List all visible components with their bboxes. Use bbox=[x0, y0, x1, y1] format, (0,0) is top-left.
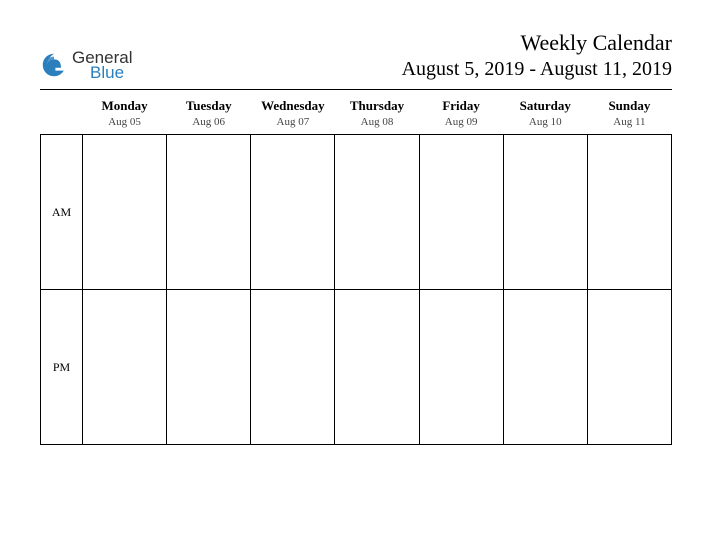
cell-am-thu[interactable] bbox=[335, 135, 419, 290]
day-name-row: Monday Tuesday Wednesday Thursday Friday… bbox=[41, 90, 672, 116]
day-date: Aug 11 bbox=[587, 116, 671, 135]
cell-am-sun[interactable] bbox=[587, 135, 671, 290]
day-header: Monday bbox=[83, 90, 167, 116]
cell-pm-fri[interactable] bbox=[419, 290, 503, 445]
cell-am-wed[interactable] bbox=[251, 135, 335, 290]
calendar-container: Monday Tuesday Wednesday Thursday Friday… bbox=[40, 89, 672, 445]
period-label-pm: PM bbox=[41, 290, 83, 445]
day-date: Aug 10 bbox=[503, 116, 587, 135]
period-label-am: AM bbox=[41, 135, 83, 290]
weekly-calendar-table: Monday Tuesday Wednesday Thursday Friday… bbox=[40, 90, 672, 445]
page-header: General Blue Weekly Calendar August 5, 2… bbox=[40, 30, 672, 81]
day-date: Aug 05 bbox=[83, 116, 167, 135]
cell-am-fri[interactable] bbox=[419, 135, 503, 290]
title-block: Weekly Calendar August 5, 2019 - August … bbox=[402, 30, 672, 81]
cell-pm-wed[interactable] bbox=[251, 290, 335, 445]
date-range: August 5, 2019 - August 11, 2019 bbox=[402, 58, 672, 81]
logo-mark-icon bbox=[40, 51, 68, 79]
pm-row: PM bbox=[41, 290, 672, 445]
cell-pm-mon[interactable] bbox=[83, 290, 167, 445]
day-header: Thursday bbox=[335, 90, 419, 116]
logo-word-2: Blue bbox=[90, 64, 132, 81]
day-header: Wednesday bbox=[251, 90, 335, 116]
cell-pm-tue[interactable] bbox=[167, 290, 251, 445]
corner-cell bbox=[41, 90, 83, 116]
day-header: Sunday bbox=[587, 90, 671, 116]
day-header: Friday bbox=[419, 90, 503, 116]
day-header: Saturday bbox=[503, 90, 587, 116]
day-date-row: Aug 05 Aug 06 Aug 07 Aug 08 Aug 09 Aug 1… bbox=[41, 116, 672, 135]
day-date: Aug 08 bbox=[335, 116, 419, 135]
corner-cell bbox=[41, 116, 83, 135]
cell-pm-thu[interactable] bbox=[335, 290, 419, 445]
day-date: Aug 07 bbox=[251, 116, 335, 135]
cell-pm-sat[interactable] bbox=[503, 290, 587, 445]
day-date: Aug 06 bbox=[167, 116, 251, 135]
am-row: AM bbox=[41, 135, 672, 290]
logo-text: General Blue bbox=[72, 49, 132, 81]
day-date: Aug 09 bbox=[419, 116, 503, 135]
cell-am-tue[interactable] bbox=[167, 135, 251, 290]
cell-am-sat[interactable] bbox=[503, 135, 587, 290]
day-header: Tuesday bbox=[167, 90, 251, 116]
logo: General Blue bbox=[40, 41, 132, 81]
page-title: Weekly Calendar bbox=[402, 30, 672, 56]
calendar-page: General Blue Weekly Calendar August 5, 2… bbox=[0, 0, 712, 485]
cell-pm-sun[interactable] bbox=[587, 290, 671, 445]
cell-am-mon[interactable] bbox=[83, 135, 167, 290]
